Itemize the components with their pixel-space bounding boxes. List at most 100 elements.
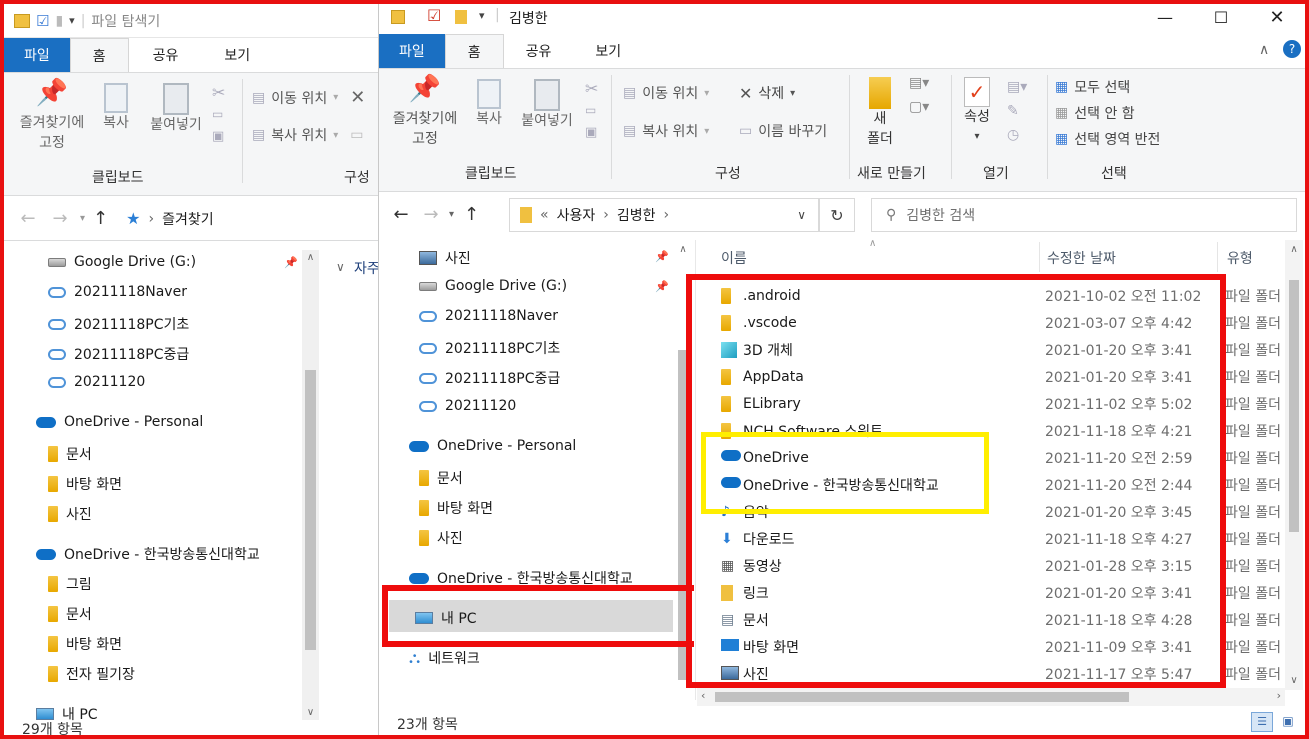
- copy-button[interactable]: 복사: [469, 79, 509, 129]
- select-all-button[interactable]: ▦ 모두 선택: [1055, 77, 1130, 97]
- nav-item-20211120[interactable]: 20211120: [48, 374, 145, 390]
- file-row[interactable]: ▦ 동영상 2021-01-28 오후 3:15 파일 폴더: [715, 552, 1305, 579]
- nav-item-문서[interactable]: 문서: [419, 468, 463, 488]
- nav-item-google-drive-g[interactable]: Google Drive (G:): [419, 278, 567, 294]
- pin-icon[interactable]: 📌: [655, 280, 669, 293]
- scroll-thumb[interactable]: [305, 370, 316, 650]
- nav-item-20211118naver[interactable]: 20211118Naver: [48, 284, 187, 300]
- pin-to-quick-access-button[interactable]: 📌 즐겨찾기에 고정: [385, 76, 465, 149]
- tab-file[interactable]: 파일: [379, 34, 445, 68]
- tab-home[interactable]: 홈: [69, 38, 129, 72]
- back-arrow-icon[interactable]: ←: [16, 208, 40, 229]
- nav-item-그림[interactable]: 그림: [48, 574, 92, 594]
- file-row[interactable]: .android 2021-10-02 오전 11:02 파일 폴더: [715, 282, 1305, 309]
- nav-item-네트워크[interactable]: ⛬ 네트워크: [409, 648, 480, 668]
- expand-chevron-icon[interactable]: ∨: [336, 260, 345, 274]
- copy-path-icon[interactable]: ▭: [212, 107, 223, 121]
- scroll-up-icon[interactable]: ∧: [1285, 244, 1303, 255]
- nav-item-20211118pc중급[interactable]: 20211118PC중급: [48, 344, 189, 364]
- scroll-thumb[interactable]: [1289, 280, 1299, 532]
- up-arrow-icon[interactable]: ↑: [93, 208, 108, 229]
- tab-share[interactable]: 공유: [504, 34, 574, 68]
- copy-button[interactable]: 복사: [96, 83, 136, 133]
- file-vertical-scrollbar[interactable]: ∧ ∨: [1285, 240, 1303, 690]
- new-folder-icon[interactable]: [455, 10, 467, 24]
- file-row[interactable]: 바탕 화면 2021-11-09 오후 3:41 파일 폴더: [715, 633, 1305, 660]
- delete-button[interactable]: ✕ 삭제 ▾: [739, 83, 795, 103]
- cut-icon[interactable]: ✂: [585, 79, 598, 98]
- invert-selection-button[interactable]: ▦ 선택 영역 반전: [1055, 129, 1160, 149]
- nav-item-사진[interactable]: 사진: [419, 528, 463, 548]
- file-row[interactable]: .vscode 2021-03-07 오후 4:42 파일 폴더: [715, 309, 1305, 336]
- nav-item-사진[interactable]: 사진: [48, 504, 92, 524]
- nav-item-문서[interactable]: 문서: [48, 604, 92, 624]
- scroll-right-icon[interactable]: ›: [1277, 689, 1281, 702]
- scroll-down-icon[interactable]: ∨: [302, 707, 319, 718]
- tab-file[interactable]: 파일: [4, 38, 70, 72]
- refresh-button[interactable]: ↻: [819, 198, 855, 232]
- back-arrow-icon[interactable]: ←: [389, 204, 413, 225]
- column-modified[interactable]: 수정한 날짜: [1047, 248, 1116, 268]
- help-icon[interactable]: ?: [1283, 40, 1301, 58]
- address-text[interactable]: 즐겨찾기: [162, 209, 214, 229]
- address-bar[interactable]: « 사용자 › 김병한 › ∨: [509, 198, 819, 232]
- nav-item-20211120[interactable]: 20211120: [419, 398, 516, 414]
- nav-item-내-pc[interactable]: 내 PC: [415, 608, 477, 628]
- nav-item-바탕-화면[interactable]: 바탕 화면: [48, 474, 122, 494]
- pin-icon[interactable]: 📌: [284, 256, 298, 269]
- select-none-button[interactable]: ▦ 선택 안 함: [1055, 103, 1135, 123]
- properties-button[interactable]: ✓ 속성 ▾: [957, 77, 997, 147]
- move-to-button[interactable]: ▤ 이동 위치 ▾: [623, 83, 709, 103]
- collapse-ribbon-icon[interactable]: ∧: [1259, 42, 1269, 58]
- back-nav-scrollbar[interactable]: ∧ ∨: [302, 250, 319, 720]
- quick-access-dropdown-icon[interactable]: ▾: [69, 14, 75, 27]
- nav-item-사진[interactable]: 사진: [419, 248, 471, 268]
- paste-button[interactable]: 붙여넣기: [515, 79, 579, 131]
- file-row[interactable]: ▤ 문서 2021-11-18 오후 4:28 파일 폴더: [715, 606, 1305, 633]
- paste-shortcut-icon[interactable]: ▣: [585, 125, 597, 140]
- column-name[interactable]: 이름: [721, 248, 747, 268]
- properties-check-icon[interactable]: ☑: [427, 6, 441, 25]
- history-icon[interactable]: ◷: [1007, 127, 1019, 143]
- search-input[interactable]: ⚲ 김병한 검색: [871, 198, 1297, 232]
- maximize-button[interactable]: ☐: [1195, 4, 1247, 30]
- tab-view[interactable]: 보기: [202, 38, 272, 72]
- scroll-left-icon[interactable]: ‹: [701, 689, 705, 702]
- easy-access-icon[interactable]: ▢▾: [909, 99, 929, 115]
- recent-dropdown-icon[interactable]: ▾: [449, 209, 454, 220]
- quick-access-folder-icon[interactable]: ▮: [55, 13, 63, 29]
- tab-home[interactable]: 홈: [444, 34, 504, 68]
- move-to-button[interactable]: ▤ 이동 위치 ▾ ✕: [252, 87, 365, 108]
- rename-button[interactable]: ▭ 이름 바꾸기: [739, 121, 827, 141]
- file-row[interactable]: OneDrive - 한국방송통신대학교 2021-11-20 오전 2:44 파일…: [715, 471, 1305, 498]
- file-row[interactable]: ELibrary 2021-11-02 오후 5:02 파일 폴더: [715, 390, 1305, 417]
- up-arrow-icon[interactable]: ↑: [464, 204, 479, 225]
- nav-item-전자-필기장[interactable]: 전자 필기장: [48, 664, 135, 684]
- scroll-thumb[interactable]: [715, 692, 1129, 702]
- column-type[interactable]: 유형: [1227, 248, 1253, 268]
- scroll-up-icon[interactable]: ∧: [675, 244, 691, 255]
- file-row[interactable]: ♪ 음악 2021-01-20 오후 3:45 파일 폴더: [715, 498, 1305, 525]
- large-icons-view-icon[interactable]: ▣: [1277, 712, 1299, 732]
- file-row[interactable]: NCH Software 스위트 2021-11-18 오후 4:21 파일 폴더: [715, 417, 1305, 444]
- nav-item-onedrive-personal[interactable]: OneDrive - Personal: [36, 414, 203, 430]
- quick-access-dropdown-icon[interactable]: ▾: [479, 9, 485, 22]
- nav-item-onedrive-personal[interactable]: OneDrive - Personal: [409, 438, 576, 454]
- new-item-icon[interactable]: ▤▾: [909, 75, 929, 91]
- tab-share[interactable]: 공유: [129, 38, 203, 72]
- breadcrumb-users[interactable]: 사용자: [557, 205, 596, 225]
- file-row[interactable]: 사진 2021-11-17 오후 5:47 파일 폴더: [715, 660, 1305, 682]
- recent-dropdown-icon[interactable]: ▾: [80, 213, 85, 224]
- nav-item-20211118pc기초[interactable]: 20211118PC기초: [419, 338, 560, 358]
- quick-access-checkbox-icon[interactable]: ☑: [36, 12, 49, 30]
- forward-arrow-icon[interactable]: →: [48, 208, 72, 229]
- copy-to-button[interactable]: ▤ 복사 위치 ▾ ▭: [252, 125, 363, 145]
- open-icon[interactable]: ▤▾: [1007, 79, 1027, 95]
- copy-path-icon[interactable]: ▭: [585, 103, 596, 117]
- nav-item-20211118naver[interactable]: 20211118Naver: [419, 308, 558, 324]
- new-folder-button[interactable]: 새 폴더: [857, 75, 903, 149]
- tab-view[interactable]: 보기: [573, 34, 643, 68]
- file-row[interactable]: 링크 2021-01-20 오후 3:41 파일 폴더: [715, 579, 1305, 606]
- cut-icon[interactable]: ✂: [212, 83, 225, 102]
- paste-shortcut-icon[interactable]: ▣: [212, 129, 224, 144]
